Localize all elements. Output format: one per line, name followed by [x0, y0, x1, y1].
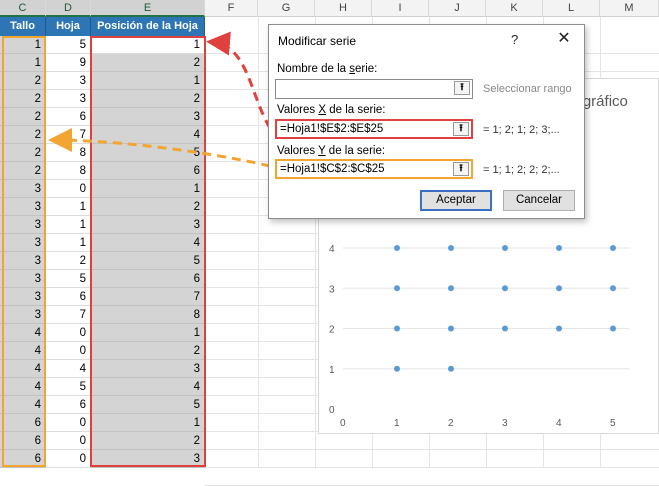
data-point — [448, 365, 454, 372]
series-name-label: Nombre de la serie: — [277, 63, 378, 75]
tallo-range-highlight — [2, 36, 46, 467]
data-point — [610, 245, 616, 251]
hoja-cell[interactable]: 0 — [46, 342, 91, 360]
column-header-m[interactable]: M — [600, 0, 659, 17]
column-header-h[interactable]: H — [315, 0, 372, 17]
hoja-cell[interactable]: 1 — [46, 234, 91, 252]
data-point — [448, 245, 454, 251]
data-point — [556, 245, 562, 251]
accept-button[interactable]: Aceptar — [420, 190, 492, 211]
hoja-cell[interactable]: 8 — [46, 144, 91, 162]
hoja-cell[interactable]: 1 — [46, 198, 91, 216]
y-tick-label: 0 — [329, 405, 335, 416]
hoja-cell[interactable]: 3 — [46, 90, 91, 108]
column-headers: CDEFGHIJKLM — [0, 0, 659, 17]
hoja-cell[interactable]: 1 — [46, 216, 91, 234]
data-point — [556, 285, 562, 292]
x-tick-label: 4 — [556, 418, 562, 429]
header-posicion[interactable]: Posición de la Hoja — [91, 17, 205, 36]
x-values-label: Valores X de la serie: — [277, 104, 386, 116]
header-hoja[interactable]: Hoja — [46, 17, 91, 36]
gridline — [258, 17, 259, 468]
gridline — [205, 449, 659, 450]
y-values-label: Valores Y de la serie: — [277, 145, 386, 157]
column-header-g[interactable]: G — [258, 0, 315, 17]
dialog-title: Modificar serie — [278, 34, 357, 48]
series-name-input[interactable]: ⭱ — [275, 79, 473, 99]
range-picker-icon[interactable]: ⭱ — [453, 162, 469, 176]
hoja-cell[interactable]: 8 — [46, 162, 91, 180]
hoja-cell[interactable]: 2 — [46, 252, 91, 270]
x-tick-label: 2 — [448, 418, 454, 429]
column-header-e[interactable]: E — [91, 0, 205, 17]
hoja-cell[interactable]: 9 — [46, 54, 91, 72]
data-point — [556, 325, 562, 332]
hoja-cell[interactable]: 7 — [46, 306, 91, 324]
data-point — [394, 325, 400, 332]
data-point — [502, 245, 508, 251]
hoja-cell[interactable]: 0 — [46, 414, 91, 432]
header-tallo[interactable]: Tallo — [0, 17, 46, 36]
hoja-cell[interactable]: 3 — [46, 72, 91, 90]
close-icon[interactable]: ✕ — [554, 30, 574, 50]
data-point — [502, 325, 508, 332]
y-tick-label: 1 — [329, 365, 335, 376]
x-tick-label: 0 — [340, 418, 346, 429]
cancel-button[interactable]: Cancelar — [503, 190, 575, 211]
hoja-cell[interactable]: 0 — [46, 432, 91, 450]
hoja-cell[interactable]: 0 — [46, 180, 91, 198]
x-values-input[interactable]: =Hoja1!$E$2:$E$25 ⭱ — [275, 119, 473, 139]
data-point — [502, 285, 508, 292]
y-tick-label: 3 — [329, 284, 335, 295]
y-tick-label: 2 — [329, 325, 335, 336]
data-point — [394, 245, 400, 251]
select-range-text: Seleccionar rango — [483, 83, 572, 95]
data-point — [394, 285, 400, 292]
range-picker-icon[interactable]: ⭱ — [454, 81, 470, 95]
data-point — [448, 325, 454, 332]
column-header-k[interactable]: K — [486, 0, 543, 17]
hoja-cell[interactable]: 6 — [46, 396, 91, 414]
hoja-cell[interactable]: 6 — [46, 108, 91, 126]
column-header-c[interactable]: C — [0, 0, 46, 17]
help-icon[interactable]: ? — [511, 32, 518, 47]
data-point — [610, 285, 616, 292]
y-values-value: =Hoja1!$C$2:$C$25 — [280, 163, 385, 175]
hoja-cell[interactable]: 4 — [46, 360, 91, 378]
column-header-i[interactable]: I — [372, 0, 429, 17]
hoja-cell[interactable]: 0 — [46, 324, 91, 342]
hoja-cell[interactable]: 5 — [46, 378, 91, 396]
data-point — [610, 325, 616, 332]
x-values-preview: = 1; 2; 1; 2; 3;... — [483, 124, 560, 136]
column-header-f[interactable]: F — [205, 0, 258, 17]
hoja-cell[interactable]: 6 — [46, 288, 91, 306]
x-tick-label: 1 — [394, 418, 400, 429]
column-header-l[interactable]: L — [543, 0, 600, 17]
column-header-j[interactable]: J — [429, 0, 486, 17]
hoja-cell[interactable]: 0 — [46, 450, 91, 468]
modificar-serie-dialog[interactable]: Modificar serie ? ✕ Nombre de la serie: … — [268, 24, 585, 219]
hoja-cell[interactable]: 5 — [46, 270, 91, 288]
range-picker-icon[interactable]: ⭱ — [453, 122, 469, 136]
y-values-input[interactable]: =Hoja1!$C$2:$C$25 ⭱ — [275, 159, 473, 179]
y-tick-label: 4 — [329, 244, 335, 255]
y-values-preview: = 1; 1; 2; 2; 2;... — [483, 164, 560, 176]
column-header-d[interactable]: D — [46, 0, 91, 17]
posicion-range-highlight — [90, 36, 206, 467]
hoja-cell[interactable]: 5 — [46, 36, 91, 54]
data-point — [448, 285, 454, 292]
hoja-cell[interactable]: 7 — [46, 126, 91, 144]
x-tick-label: 5 — [610, 418, 616, 429]
data-point — [394, 365, 400, 372]
x-values-value: =Hoja1!$E$2:$E$25 — [280, 123, 384, 135]
x-tick-label: 3 — [502, 418, 508, 429]
